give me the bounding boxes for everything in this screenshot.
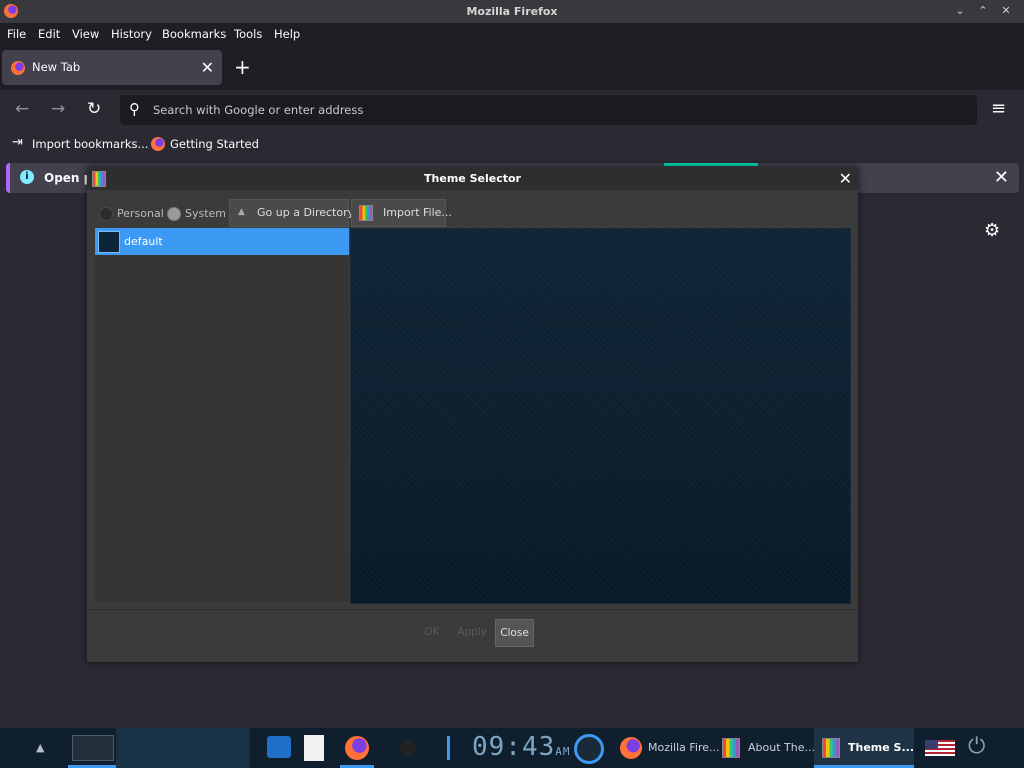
firefox-window-icon	[620, 737, 642, 759]
taskbar: ▲ 09:43AM Mozilla Fire... About The... T…	[0, 728, 1024, 768]
menu-history[interactable]: History	[111, 27, 152, 41]
forward-button[interactable]: →	[51, 99, 65, 119]
ok-button[interactable]: OK	[418, 619, 446, 645]
url-bar[interactable]: ⚲ Search with Google or enter address	[120, 95, 977, 125]
notification-close-button[interactable]: ✕	[994, 167, 1009, 188]
tab-strip: New Tab ✕ +	[0, 45, 1024, 90]
bulb-icon[interactable]	[400, 740, 416, 756]
launcher-icon[interactable]	[267, 736, 291, 758]
theme-window-icon	[822, 738, 840, 758]
getting-started-icon	[151, 137, 165, 151]
theme-thumbnail	[98, 231, 120, 253]
window-title: Mozilla Firefox	[466, 5, 558, 18]
menubar: File Edit View History Bookmarks Tools H…	[0, 23, 1024, 45]
notification-progress	[664, 163, 758, 166]
go-up-label: Go up a Directory	[257, 206, 355, 219]
url-placeholder: Search with Google or enter address	[153, 103, 364, 117]
bookmarks-toolbar: ⇥ Import bookmarks... Getting Started	[0, 130, 1024, 158]
close-label: Close	[500, 627, 529, 639]
import-file-label: Import File...	[383, 206, 452, 219]
tab-close-button[interactable]: ✕	[201, 58, 214, 77]
menu-file[interactable]: File	[7, 27, 26, 41]
dialog-titlebar: Theme Selector ✕	[87, 167, 858, 190]
tab-label: New Tab	[32, 60, 81, 74]
dialog-toolbar: Personal System ▲ Go up a Directory Impo…	[87, 190, 858, 227]
us-flag-icon[interactable]	[925, 740, 955, 756]
list-item[interactable]: default	[95, 228, 349, 255]
menu-edit[interactable]: Edit	[38, 27, 60, 41]
notification-accent	[6, 163, 10, 193]
clock-ampm: AM	[555, 745, 571, 758]
import-icon: ⇥	[12, 135, 23, 150]
firefox-tab-icon	[11, 61, 25, 75]
gear-icon[interactable]: ⚙	[984, 220, 1000, 241]
volume-icon[interactable]	[447, 736, 450, 760]
import-file-icon	[359, 205, 373, 221]
personal-radio[interactable]	[99, 207, 113, 221]
desktop-pager[interactable]	[68, 728, 116, 768]
minimize-button[interactable]: ⌄	[953, 4, 967, 18]
firefox-launcher-icon	[345, 736, 369, 760]
theme-selector-dialog: Theme Selector ✕ Personal System ▲ Go up…	[87, 167, 858, 662]
close-button[interactable]: Close	[495, 619, 534, 647]
search-icon: ⚲	[129, 100, 140, 118]
power-icon[interactable]: ⏻	[968, 734, 985, 759]
pager-thumbnail	[72, 735, 114, 761]
notification-text: Open p	[44, 171, 93, 185]
go-up-directory-button[interactable]: ▲ Go up a Directory	[229, 199, 354, 227]
apply-label: Apply	[457, 626, 487, 638]
apply-button[interactable]: Apply	[454, 619, 490, 645]
menu-help[interactable]: Help	[274, 27, 300, 41]
taskbar-window-firefox[interactable]: Mozilla Fire...	[614, 728, 720, 768]
window-titlebar: Mozilla Firefox ⌄ ⌃ ✕	[0, 0, 1024, 23]
import-file-button[interactable]: Import File...	[351, 199, 452, 227]
taskbar-window-label: Mozilla Fire...	[648, 741, 720, 754]
system-radio[interactable]	[167, 207, 181, 221]
menu-tools[interactable]: Tools	[234, 27, 262, 41]
dialog-separator	[87, 609, 858, 610]
reload-button[interactable]: ↻	[87, 99, 101, 119]
info-icon: i	[20, 170, 34, 184]
about-window-icon	[722, 738, 740, 758]
clock: 09:43AM	[472, 732, 571, 762]
menu-icon[interactable]	[574, 734, 604, 764]
taskbar-window-label: Theme S...	[848, 741, 915, 754]
bookmark-import[interactable]: Import bookmarks...	[32, 137, 148, 151]
flag-canton	[925, 740, 938, 749]
bookmark-getting-started[interactable]: Getting Started	[170, 137, 259, 151]
app-menu-button[interactable]: ≡	[991, 98, 1006, 119]
theme-name: default	[124, 235, 163, 248]
menu-view[interactable]: View	[72, 27, 99, 41]
new-tab-button[interactable]: +	[234, 55, 251, 79]
arrow-up-icon: ▲	[238, 207, 245, 217]
back-button[interactable]: ←	[15, 99, 29, 119]
show-hidden-icon[interactable]: ▲	[36, 741, 44, 754]
taskbar-window-label: About The...	[748, 741, 815, 754]
system-radio-label: System	[185, 207, 227, 220]
file-icon[interactable]	[304, 735, 324, 761]
theme-preview	[350, 228, 851, 604]
ok-label: OK	[424, 626, 440, 638]
clock-time: 09:43	[472, 732, 556, 762]
dialog-title: Theme Selector	[424, 172, 521, 185]
maximize-button[interactable]: ⌃	[976, 4, 990, 18]
pager-area	[116, 728, 250, 768]
dialog-close-icon[interactable]: ✕	[839, 169, 852, 188]
menu-bookmarks[interactable]: Bookmarks	[162, 27, 226, 41]
tab-new-tab[interactable]: New Tab ✕	[2, 50, 222, 85]
theme-list[interactable]: default	[95, 228, 349, 602]
taskbar-window-theme[interactable]: Theme S...	[814, 728, 914, 768]
personal-radio-label: Personal	[117, 207, 164, 220]
close-window-button[interactable]: ✕	[999, 4, 1013, 18]
taskbar-window-about[interactable]: About The...	[716, 728, 815, 768]
navigation-toolbar: ← → ↻ ⚲ Search with Google or enter addr…	[0, 90, 1024, 130]
firefox-launcher[interactable]	[340, 728, 374, 768]
